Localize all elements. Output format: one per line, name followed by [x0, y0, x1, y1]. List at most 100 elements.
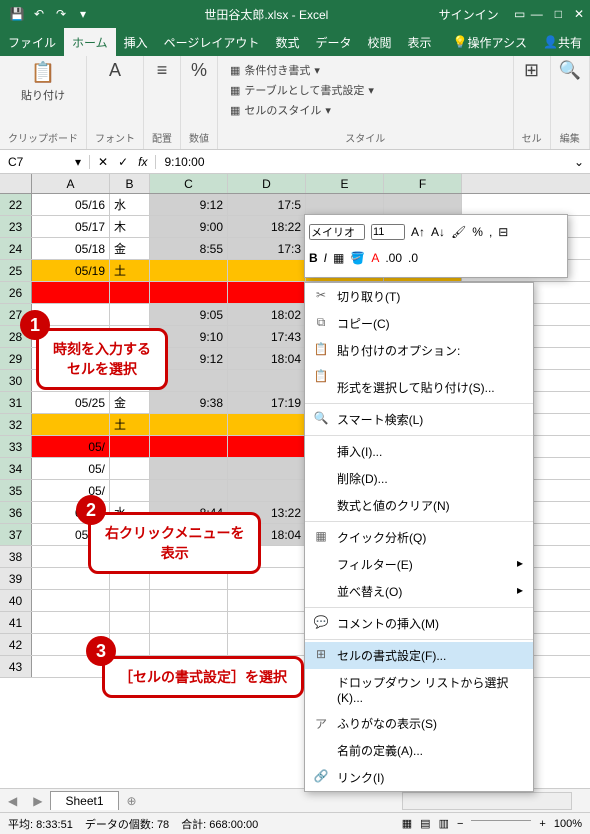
cell[interactable] — [150, 612, 228, 633]
cell[interactable]: 金 — [110, 392, 150, 413]
tab-data[interactable]: データ — [307, 28, 359, 56]
cell[interactable] — [150, 414, 228, 435]
font-size-input[interactable] — [371, 224, 405, 240]
row-header[interactable]: 35 — [0, 480, 32, 501]
row-header[interactable]: 25 — [0, 260, 32, 281]
paste-button[interactable]: 📋 貼り付け — [21, 60, 65, 103]
cell[interactable]: 金 — [110, 238, 150, 259]
cell[interactable] — [110, 590, 150, 611]
cell[interactable] — [110, 480, 150, 501]
tell-me[interactable]: 💡 操作アシス — [445, 34, 535, 51]
cell[interactable] — [228, 414, 306, 435]
increase-font-icon[interactable]: A↑ — [411, 225, 425, 239]
menu-copy[interactable]: ⧉コピー(C) — [305, 310, 533, 337]
decrease-font-icon[interactable]: A↓ — [431, 225, 445, 239]
menu-quick-analysis[interactable]: ▦クイック分析(Q) — [305, 524, 533, 551]
save-icon[interactable]: 💾 — [6, 7, 28, 21]
cell[interactable] — [110, 634, 150, 655]
cell[interactable] — [150, 282, 228, 303]
zoom-out-icon[interactable]: − — [457, 818, 463, 830]
menu-sort[interactable]: 並べ替え(O)▸ — [305, 578, 533, 605]
cell[interactable]: 18:22 — [228, 216, 306, 237]
col-header-E[interactable]: E — [306, 174, 384, 193]
cell[interactable] — [228, 480, 306, 501]
col-header-A[interactable]: A — [32, 174, 110, 193]
cell[interactable]: 05/ — [32, 458, 110, 479]
cell[interactable] — [228, 260, 306, 281]
new-sheet-icon[interactable]: ⊕ — [119, 794, 145, 808]
cell[interactable]: 05/17 — [32, 216, 110, 237]
comma-icon[interactable]: , — [489, 225, 492, 239]
cell[interactable]: 05/19 — [32, 260, 110, 281]
increase-decimal-icon[interactable]: .00 — [385, 251, 402, 265]
menu-paste-special[interactable]: 形式を選択して貼り付け(S)... — [305, 374, 533, 401]
row-header[interactable]: 22 — [0, 194, 32, 215]
cell[interactable]: 05/ — [32, 436, 110, 457]
cell[interactable]: 土 — [110, 260, 150, 281]
cell[interactable] — [110, 612, 150, 633]
cell[interactable]: 05/18 — [32, 238, 110, 259]
row-header[interactable]: 31 — [0, 392, 32, 413]
cell-style-button[interactable]: ▦セルのスタイル ▾ — [226, 100, 378, 120]
decrease-decimal-icon[interactable]: .0 — [408, 251, 418, 265]
cell[interactable] — [110, 458, 150, 479]
format-painter-icon[interactable]: 🖌 — [451, 225, 466, 239]
row-header[interactable]: 41 — [0, 612, 32, 633]
cell[interactable] — [110, 304, 150, 325]
fx-icon[interactable]: fx — [138, 155, 147, 169]
sheet-tab[interactable]: Sheet1 — [50, 791, 118, 810]
row-header[interactable]: 40 — [0, 590, 32, 611]
cell[interactable]: 17:19 — [228, 392, 306, 413]
fill-color-icon[interactable]: 🪣 — [350, 251, 365, 265]
cell[interactable] — [110, 282, 150, 303]
cell[interactable] — [228, 634, 306, 655]
menu-format-cells[interactable]: ⊞セルの書式設定(F)... — [305, 642, 533, 669]
expand-formula-icon[interactable]: ⌄ — [568, 155, 590, 169]
menu-paste-values[interactable]: 📋 — [305, 364, 533, 374]
tab-home[interactable]: ホーム — [64, 28, 116, 56]
row-header[interactable]: 43 — [0, 656, 32, 677]
menu-define-name[interactable]: 名前の定義(A)... — [305, 737, 533, 764]
cell[interactable] — [32, 414, 110, 435]
bold-icon[interactable]: B — [309, 251, 318, 265]
undo-icon[interactable]: ↶ — [28, 7, 50, 21]
menu-insert-comment[interactable]: 💬コメントの挿入(M) — [305, 610, 533, 637]
table-format-button[interactable]: ▦テーブルとして書式設定 ▾ — [226, 80, 378, 100]
name-box[interactable]: C7 ▾ — [0, 155, 90, 169]
cell[interactable] — [150, 260, 228, 281]
cell[interactable] — [32, 282, 110, 303]
font-icon[interactable]: A — [109, 60, 121, 81]
row-header[interactable]: 24 — [0, 238, 32, 259]
minimize-icon[interactable]: — — [531, 7, 543, 21]
zoom-level[interactable]: 100% — [554, 818, 582, 830]
cell[interactable] — [150, 634, 228, 655]
cell[interactable]: 18:04 — [228, 348, 306, 369]
cell[interactable]: 05/25 — [32, 392, 110, 413]
font-color-icon[interactable]: A — [371, 251, 379, 265]
select-all-corner[interactable] — [0, 174, 32, 193]
chevron-down-icon[interactable]: ▾ — [75, 155, 81, 169]
cell[interactable] — [228, 458, 306, 479]
font-name-input[interactable] — [309, 224, 365, 240]
zoom-slider[interactable] — [471, 820, 531, 821]
tab-view[interactable]: 表示 — [399, 28, 439, 56]
menu-insert[interactable]: 挿入(I)... — [305, 438, 533, 465]
menu-cut[interactable]: ✂切り取り(T) — [305, 283, 533, 310]
row-header[interactable]: 29 — [0, 348, 32, 369]
tab-file[interactable]: ファイル — [0, 28, 64, 56]
tab-formulas[interactable]: 数式 — [267, 28, 307, 56]
row-header[interactable]: 23 — [0, 216, 32, 237]
tab-review[interactable]: 校閲 — [359, 28, 399, 56]
redo-icon[interactable]: ↷ — [50, 7, 72, 21]
find-icon[interactable]: 🔍 — [559, 60, 581, 81]
col-header-B[interactable]: B — [110, 174, 150, 193]
enter-icon[interactable]: ✓ — [118, 155, 128, 169]
row-header[interactable]: 32 — [0, 414, 32, 435]
menu-smart-lookup[interactable]: 🔍スマート検索(L) — [305, 406, 533, 433]
cell[interactable] — [150, 480, 228, 501]
sheet-nav-prev-icon[interactable]: ◀ — [0, 794, 25, 808]
cell[interactable]: 土 — [110, 414, 150, 435]
close-icon[interactable]: ✕ — [574, 7, 584, 21]
col-header-C[interactable]: C — [150, 174, 228, 193]
cell[interactable]: 木 — [110, 216, 150, 237]
